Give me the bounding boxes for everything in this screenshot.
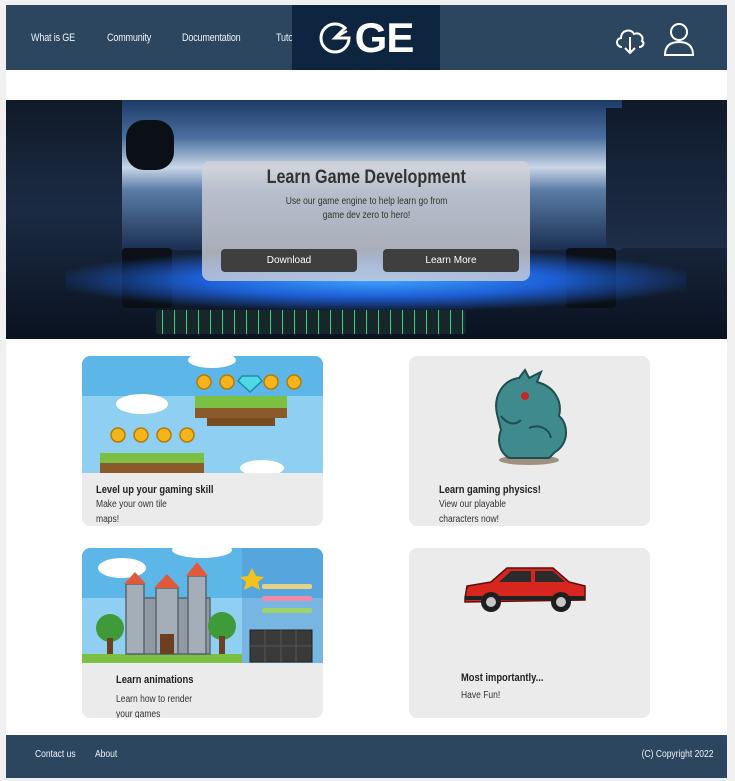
card-title: Most importantly... xyxy=(461,672,544,684)
nav-what-is-ge[interactable]: What is GE xyxy=(31,32,75,44)
castle-game-image xyxy=(82,548,323,663)
hero-side-monitor xyxy=(606,108,727,248)
logo-pacman-icon xyxy=(319,21,351,53)
nav-community[interactable]: Community xyxy=(107,32,151,44)
hero-title: Learn Game Development xyxy=(266,167,466,188)
hero-banner: Learn Game Development Use our game engi… xyxy=(6,100,727,339)
hero-card: Learn Game Development Use our game engi… xyxy=(202,161,530,281)
cloud-download-icon[interactable] xyxy=(612,21,648,57)
site-footer: Contact us About (C) Copyright 2022 xyxy=(6,735,727,778)
card-description: View our playable characters now! xyxy=(439,499,506,525)
card-title: Learn gaming physics! xyxy=(439,484,541,496)
red-car-image xyxy=(464,567,586,612)
learn-more-button[interactable]: Learn More xyxy=(383,249,519,272)
hero-keyboard xyxy=(156,310,466,334)
tile-map-image xyxy=(82,356,323,473)
card-description: Have Fun! xyxy=(461,690,501,701)
hero-headset xyxy=(126,120,174,170)
card-animations[interactable]: Learn animations Learn how to render you… xyxy=(82,548,323,718)
card-physics[interactable]: Learn gaming physics! View our playable … xyxy=(409,356,650,526)
footer-about-link[interactable]: About xyxy=(95,749,117,760)
page-frame: What is GE Community Documentation Tutor… xyxy=(6,5,727,778)
card-tile-maps[interactable]: Level up your gaming skill Make your own… xyxy=(82,356,323,526)
dragon-image xyxy=(495,368,567,465)
card-description: Learn how to render your games xyxy=(116,694,193,718)
copyright-text: (C) Copyright 2022 xyxy=(641,749,713,760)
site-logo[interactable]: GE xyxy=(292,5,440,70)
nav-documentation[interactable]: Documentation xyxy=(182,32,241,44)
site-header: What is GE Community Documentation Tutor… xyxy=(6,5,727,70)
main-nav: What is GE Community Documentation Tutor… xyxy=(31,5,333,70)
download-button[interactable]: Download xyxy=(221,249,357,272)
card-title: Learn animations xyxy=(116,674,194,686)
card-title: Level up your gaming skill xyxy=(96,484,214,496)
hero-subtitle: Use our game engine to help learn go fro… xyxy=(285,196,447,221)
card-have-fun[interactable]: Most importantly... Have Fun! xyxy=(409,548,650,718)
logo-text: GE xyxy=(354,13,415,61)
footer-contact-link[interactable]: Contact us xyxy=(35,749,76,760)
user-icon[interactable] xyxy=(661,21,697,57)
card-description: Make your own tile maps! xyxy=(96,499,167,525)
